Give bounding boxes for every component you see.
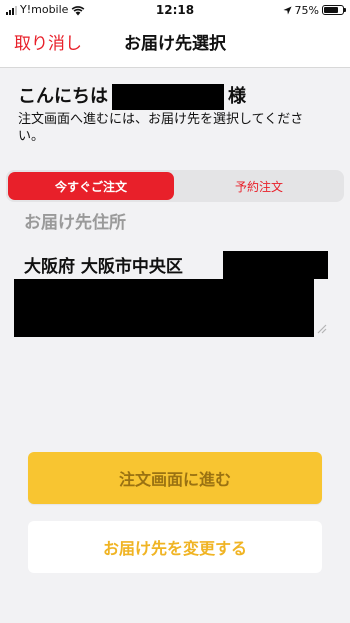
proceed-to-order-button[interactable]: 注文画面に進む <box>28 452 322 504</box>
battery-level <box>324 7 338 13</box>
order-type-segmented-control: 今すぐご注文 予約注文 <box>6 170 344 202</box>
status-right: 75% <box>282 3 346 17</box>
instruction-text: 注文画面へ進むには、お届け先を選択してください。 <box>18 112 304 144</box>
redacted-address-block <box>14 279 314 337</box>
battery-percent: 75% <box>294 3 319 17</box>
screen: Y!mobile 12:18 75% 取り消し お届け先選択 こんにちは 様 注… <box>0 0 350 623</box>
address-line-prefecture-city: 大阪府 大阪市中央区 <box>24 257 183 277</box>
change-delivery-address-button[interactable]: お届け先を変更する <box>28 521 322 573</box>
tab-reservation-order[interactable]: 予約注文 <box>176 172 342 200</box>
tab-order-now[interactable]: 今すぐご注文 <box>8 172 174 200</box>
battery-icon <box>322 5 346 15</box>
greeting: こんにちは 様 <box>18 84 246 110</box>
address-text-area[interactable]: 大阪府 大阪市中央区 <box>14 251 328 337</box>
greeting-prefix: こんにちは <box>18 86 108 107</box>
redacted-user-name <box>112 84 224 110</box>
location-arrow-icon <box>282 5 292 15</box>
cancel-button[interactable]: 取り消し <box>14 32 82 56</box>
address-section-label: お届け先住所 <box>24 213 126 233</box>
redacted-address-block <box>223 251 328 279</box>
status-bar: Y!mobile 12:18 75% <box>0 0 350 20</box>
greeting-suffix: 様 <box>228 86 246 107</box>
resize-handle-icon[interactable] <box>315 322 327 334</box>
navigation-bar: 取り消し お届け先選択 <box>0 20 350 68</box>
